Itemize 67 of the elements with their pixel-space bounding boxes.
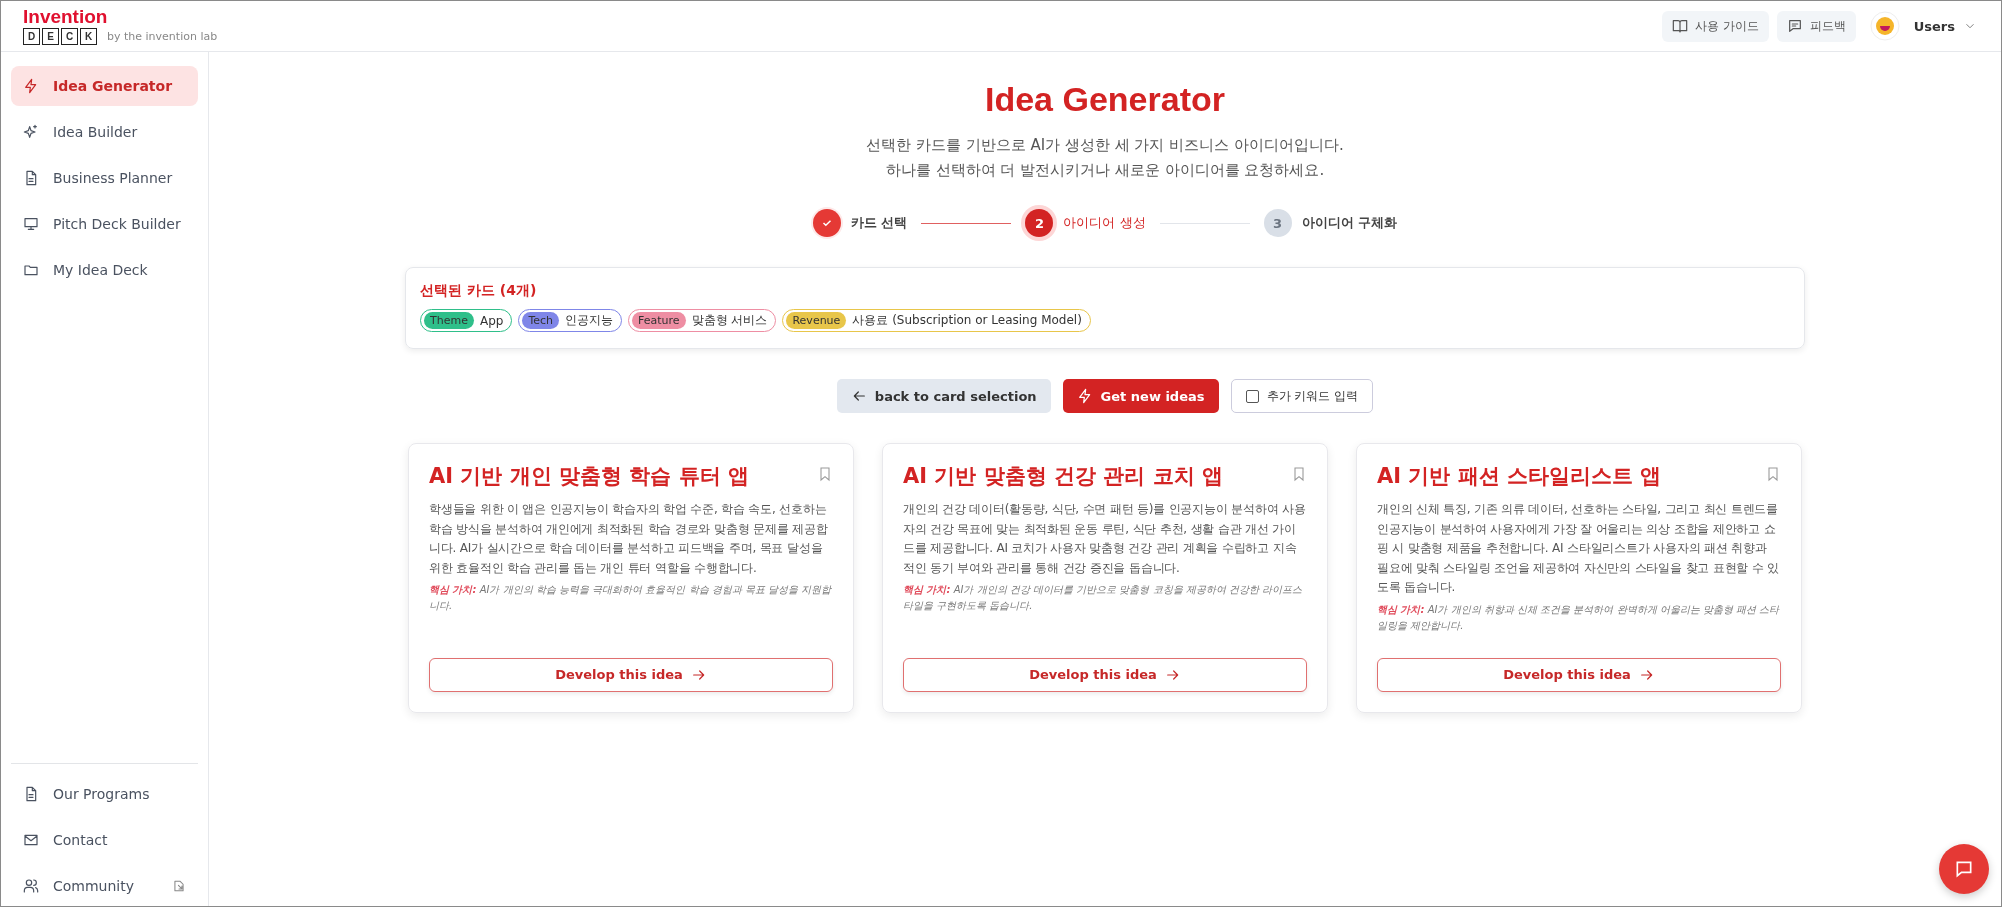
- chip-category: Revenue: [786, 312, 847, 329]
- idea-title: AI 기반 개인 맞춤형 학습 튜터 앱: [429, 463, 749, 490]
- header-link[interactable]: 사용 가이드: [1661, 10, 1769, 42]
- chip-category: Tech: [522, 312, 560, 329]
- chat-icon: [1954, 859, 1974, 879]
- bolt-icon: [23, 78, 39, 94]
- sidebar-item[interactable]: My Idea Deck: [11, 250, 198, 290]
- step-indicator: 3: [1263, 209, 1292, 237]
- mail-icon: [23, 832, 39, 848]
- avatar-icon[interactable]: [1869, 11, 1900, 41]
- book-icon: [1671, 18, 1688, 34]
- checkbox[interactable]: [1245, 389, 1259, 403]
- sidebar-item[interactable]: Pitch Deck Builder: [11, 204, 198, 244]
- chip-value: App: [479, 313, 504, 328]
- step-label: 아이디어 구체화: [1301, 214, 1398, 232]
- sidebar-item[interactable]: Idea Generator: [11, 66, 198, 106]
- logo-letter-tile: E: [42, 28, 59, 45]
- sparkle-icon: [23, 124, 39, 140]
- develop-idea-button[interactable]: Develop this idea: [1377, 657, 1781, 692]
- monitor-icon: [23, 216, 39, 232]
- idea-description: 개인의 건강 데이터(활동량, 식단, 수면 패턴 등)를 인공지능이 분석하여 사용자의 건강 목표에 맞는 최적화된 운동 루틴, 식단 추천, 생활 습관 개선 가이드를 제공합니다. AI 코치가 사용자 맞춤형 건강 관리 계획을 수립하고 지속적인 동기 부여와 관리를 통해 건강 증진을 돕습니다.: [903, 501, 1307, 577]
- sidebar-item[interactable]: Community: [11, 866, 198, 906]
- page-subtitle: 선택한 카드를 기반으로 AI가 생성한 세 가지 비즈니스 아이디어입니다.: [866, 135, 1344, 156]
- sidebar-item[interactable]: Contact: [11, 820, 198, 860]
- user-menu[interactable]: Users: [1907, 17, 1983, 35]
- core-value-note: 핵심 가치: AI가 개인의 취향과 신체 조건을 분석하여 완벽하게 어울리는 맞춤형 패션 스타일링을 제안합니다.: [1377, 602, 1781, 633]
- folder-icon: [23, 262, 39, 278]
- page-subtitle: 하나를 선택하여 더 발전시키거나 새로운 아이디어를 요청하세요.: [885, 160, 1325, 181]
- develop-idea-button[interactable]: Develop this idea: [429, 657, 833, 692]
- step-label: 카드 선택: [850, 214, 908, 232]
- chip-value: 맞춤형 서비스: [691, 312, 768, 329]
- bookmark-icon[interactable]: [1291, 466, 1307, 482]
- document-icon: [23, 170, 39, 186]
- new-ideas-button[interactable]: Get new ideas: [1062, 379, 1219, 413]
- sidebar-item[interactable]: Idea Builder: [11, 112, 198, 152]
- users-icon: [23, 878, 39, 894]
- idea-description: 개인의 신체 특징, 기존 의류 데이터, 선호하는 스타일, 그리고 최신 트렌드를 인공지능이 분석하여 사용자에게 가장 잘 어울리는 의상 조합을 제안하고 쇼핑 시 맞춤형 제품을 추천합니다. AI 스타일리스트가 사용자의 패션 취향과 필요에 맞춰 스타일링 조언을 제공하여 자신만의 스타일을 찾고 표현할 수 있도록 돕습니다.: [1377, 501, 1780, 596]
- sidebar-item[interactable]: Our Programs: [11, 774, 198, 814]
- develop-idea-button[interactable]: Develop this idea: [903, 657, 1307, 692]
- bookmark-icon[interactable]: [817, 466, 833, 482]
- bolt-icon: [1076, 388, 1093, 404]
- chat-icon: [1786, 18, 1803, 34]
- chip-category: Theme: [424, 312, 474, 329]
- idea-title: AI 기반 패션 스타일리스트 앱: [1377, 463, 1662, 490]
- step-label: 아이디어 생성: [1063, 214, 1146, 232]
- step-indicator: 2: [1025, 209, 1054, 237]
- bookmark-icon[interactable]: [1765, 466, 1781, 482]
- header-link[interactable]: 피드백: [1776, 10, 1856, 42]
- keyword-checkbox[interactable]: 추가 키워드 입력: [1230, 379, 1374, 413]
- logo-tagline: by the invention lab: [107, 31, 218, 42]
- back-button[interactable]: back to card selection: [836, 379, 1051, 413]
- sidebar-item[interactable]: Business Planner: [11, 158, 198, 198]
- document-icon: [23, 786, 39, 802]
- panel-title: 선택된 카드 (4개): [420, 282, 538, 300]
- logo-letter-tile: C: [61, 28, 78, 45]
- page-title: Idea Generator: [985, 80, 1225, 119]
- chip-category: Feature: [632, 312, 686, 329]
- logo-letter-tile: D: [23, 28, 40, 45]
- chip-value: 사용료 (Subscription or Leasing Model): [852, 312, 1082, 329]
- core-value-note: 핵심 가치: AI가 개인의 건강 데이터를 기반으로 맞춤형 코칭을 제공하여 건강한 라이프스타일을 구현하도록 돕습니다.: [903, 583, 1304, 613]
- idea-description: 학생들을 위한 이 앱은 인공지능이 학습자의 학업 수준, 학습 속도, 선호하는 학습 방식을 분석하여 개인에게 최적화된 학습 경로와 맞춤형 문제를 제공합니다. AI가 실시간으로 학습 데이터를 분석하고 피드백을 주며, 목표 달성을 위한 효율적인 학습 관리를 돕는 개인 튜터 역할을 수행합니다.: [429, 501, 829, 577]
- chip-value: 인공지능: [565, 312, 614, 329]
- logo-letter-tile: K: [80, 28, 97, 45]
- core-value-note: 핵심 가치: AI가 개인의 학습 능력을 극대화하여 효율적인 학습 경험과 목표 달성을 지원합니다.: [429, 583, 833, 613]
- idea-title: AI 기반 맞춤형 건강 관리 코치 앱: [903, 463, 1223, 490]
- logo-wordmark: Invention: [23, 7, 109, 26]
- chat-button[interactable]: [1939, 844, 1989, 894]
